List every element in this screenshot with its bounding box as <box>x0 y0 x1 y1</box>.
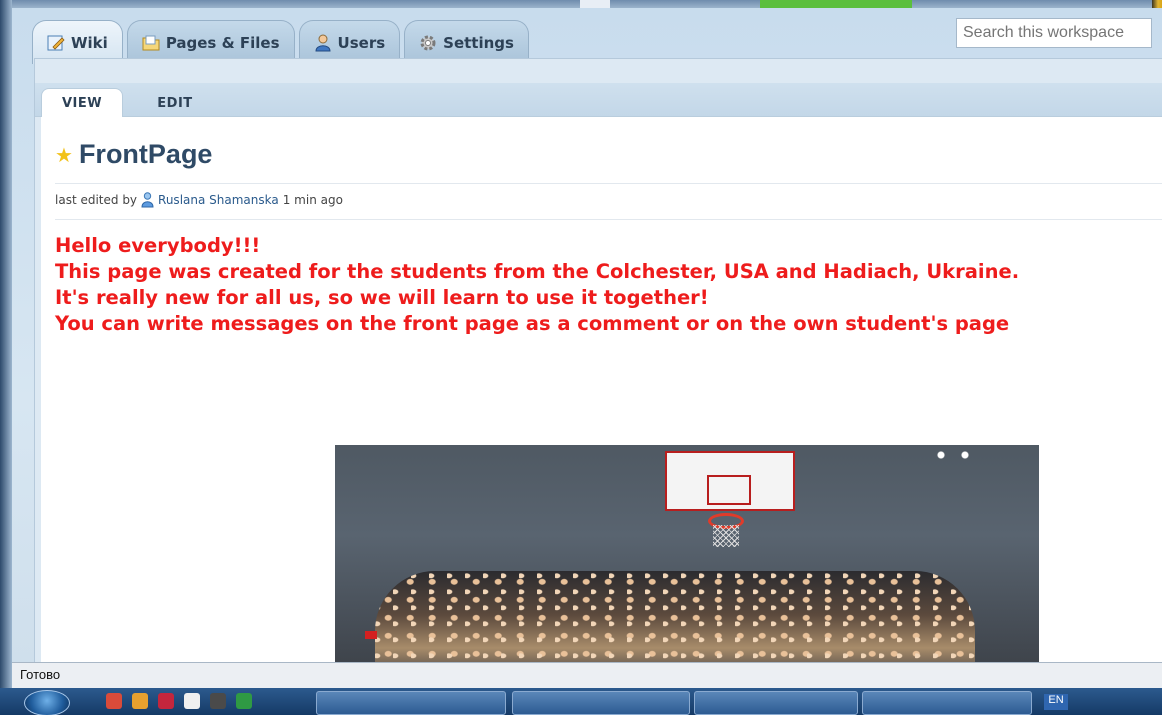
view-edit-tabs: VIEW EDIT <box>35 83 1162 118</box>
wiki-app: Wiki Pages & Files Users Settings Search… <box>12 8 1162 671</box>
users-icon <box>315 34 331 51</box>
divider <box>55 183 1162 184</box>
window-left-edge <box>0 0 12 690</box>
wiki-page: ★ FrontPage last edited by Ruslana Shama… <box>41 117 1162 671</box>
divider <box>55 219 1162 220</box>
taskbar-window-button[interactable] <box>862 691 1032 715</box>
message-line: This page was created for the students f… <box>55 260 1020 283</box>
editor-user-link[interactable]: Ruslana Shamanska <box>158 193 279 207</box>
user-icon <box>141 192 154 208</box>
folder-icon <box>142 35 160 50</box>
basketball-net <box>713 525 739 547</box>
page-message: Hello everybody!!! This page was created… <box>55 233 1019 337</box>
quicklaunch-icon[interactable] <box>132 693 148 709</box>
basketball-backboard <box>665 451 795 511</box>
taskbar: EN <box>0 688 1162 715</box>
taskbar-window-button[interactable] <box>316 691 506 715</box>
message-line: Hello everybody!!! <box>55 234 261 257</box>
status-bar: Готово <box>12 662 1162 688</box>
page-title: FrontPage <box>78 139 213 169</box>
tab-label: Wiki <box>71 33 108 52</box>
search-input[interactable] <box>956 18 1152 48</box>
quicklaunch-icon[interactable] <box>106 693 122 709</box>
taskbar-window-button[interactable] <box>512 691 690 715</box>
content-panel: VIEW EDIT ★ FrontPage last edited by Rus… <box>34 58 1162 671</box>
last-edited-meta: last edited by Ruslana Shamanska 1 min a… <box>55 192 343 208</box>
gear-icon <box>420 35 436 50</box>
exit-sign <box>365 631 377 639</box>
wiki-edit-icon <box>47 35 65 50</box>
tab-edit[interactable]: EDIT <box>145 88 205 118</box>
star-icon[interactable]: ★ <box>55 145 73 165</box>
gym-group-photo <box>335 445 1039 671</box>
message-line: It's really new for all us, so we will l… <box>55 286 709 309</box>
start-button[interactable] <box>24 690 70 715</box>
quicklaunch-icon[interactable] <box>184 693 200 709</box>
tab-label: Settings <box>443 33 514 52</box>
message-line: You can write messages on the front page… <box>55 312 1010 335</box>
language-indicator[interactable]: EN <box>1044 694 1068 710</box>
tab-label: Users <box>337 33 386 52</box>
quicklaunch-icon[interactable] <box>236 693 252 709</box>
tab-label: Pages & Files <box>165 33 280 52</box>
status-text: Готово <box>20 667 61 682</box>
taskbar-window-button[interactable] <box>694 691 858 715</box>
title-row: ★ FrontPage <box>55 139 212 170</box>
quicklaunch-icon[interactable] <box>158 693 174 709</box>
quicklaunch-icon[interactable] <box>210 693 226 709</box>
ceiling-lights <box>937 451 971 459</box>
tab-view[interactable]: VIEW <box>41 88 123 118</box>
main-tabs: Wiki Pages & Files Users Settings <box>32 16 529 64</box>
meta-prefix: last edited by <box>55 193 138 207</box>
student-crowd <box>375 571 975 671</box>
meta-time: 1 min ago <box>282 193 343 207</box>
